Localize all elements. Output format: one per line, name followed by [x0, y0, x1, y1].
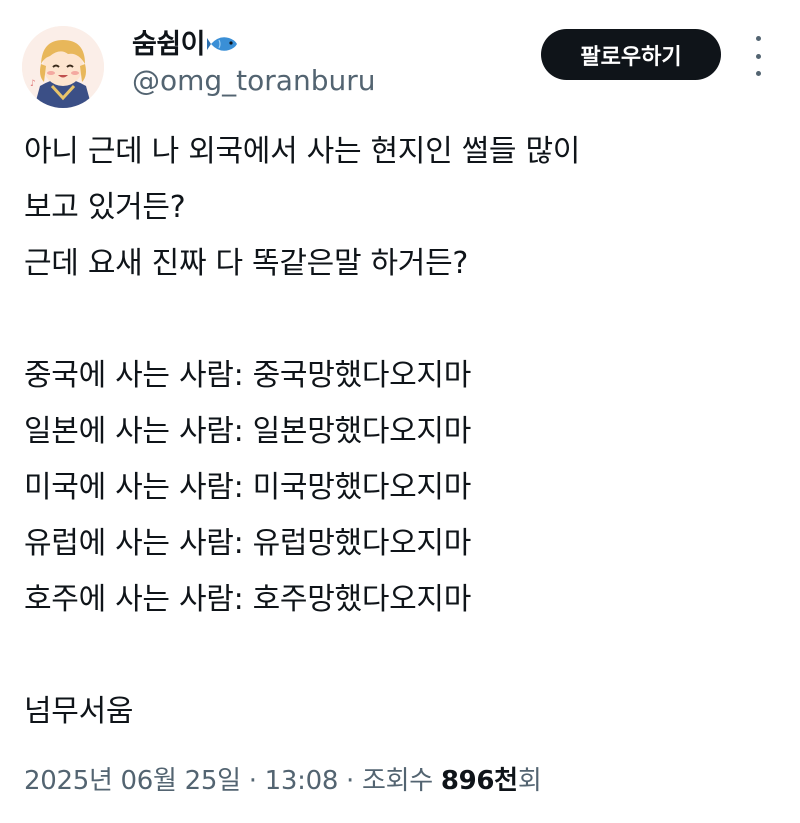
tweet-date[interactable]: 2025년 06월 25일: [24, 766, 241, 796]
more-dot: [755, 71, 761, 76]
meta-separator: ·: [338, 766, 362, 796]
more-dot: [755, 53, 761, 59]
tweet-metadata: 2025년 06월 25일 · 13:08 · 조회수 896천회: [24, 760, 542, 797]
display-name-text: 숨쉼이: [132, 29, 206, 60]
meta-separator: ·: [240, 766, 265, 796]
tweet-line: 아니 근데 나 외국에서 사는 현지인 썰들 많이: [24, 134, 581, 169]
tweet-line: 유럽에 사는 사람: 유럽망했다오지마: [24, 526, 472, 561]
more-dot: [755, 36, 761, 41]
tweet-line: 일본에 사는 사람: 일본망했다오지마: [24, 414, 472, 449]
more-vertical-icon[interactable]: [748, 36, 768, 76]
display-name[interactable]: 숨쉼이: [132, 22, 241, 61]
avatar[interactable]: ♪: [22, 26, 104, 108]
anime-character-avatar-icon: ♪: [22, 26, 104, 108]
views-count: 896천: [440, 766, 518, 796]
tweet-line: 근데 요새 진짜 다 똑같은말 하거든?: [24, 246, 469, 281]
follow-button[interactable]: 팔로우하기: [541, 29, 721, 80]
tweet-line: 미국에 사는 사람: 미국망했다오지마: [24, 470, 472, 505]
tweet-header: ♪ 숨쉼이 @omg_toranburu 팔로우하기: [0, 0, 800, 120]
tweet-line: 보고 있거든?: [24, 190, 186, 225]
svg-text:♪: ♪: [30, 79, 36, 89]
views-suffix: 회: [517, 766, 542, 796]
tweet-line: 호주에 사는 사람: 호주망했다오지마: [24, 582, 472, 617]
tweet-line: 넘무서움: [24, 694, 134, 729]
views-label: 조회수: [361, 766, 441, 796]
tweet-line: 중국에 사는 사람: 중국망했다오지마: [24, 358, 472, 393]
user-handle[interactable]: @omg_toranburu: [132, 64, 375, 97]
tweet-text: 아니 근데 나 외국에서 사는 현지인 썰들 많이 보고 있거든? 근데 요새 …: [24, 124, 784, 740]
tweet-time[interactable]: 13:08: [265, 766, 339, 796]
fish-icon: [207, 31, 241, 53]
